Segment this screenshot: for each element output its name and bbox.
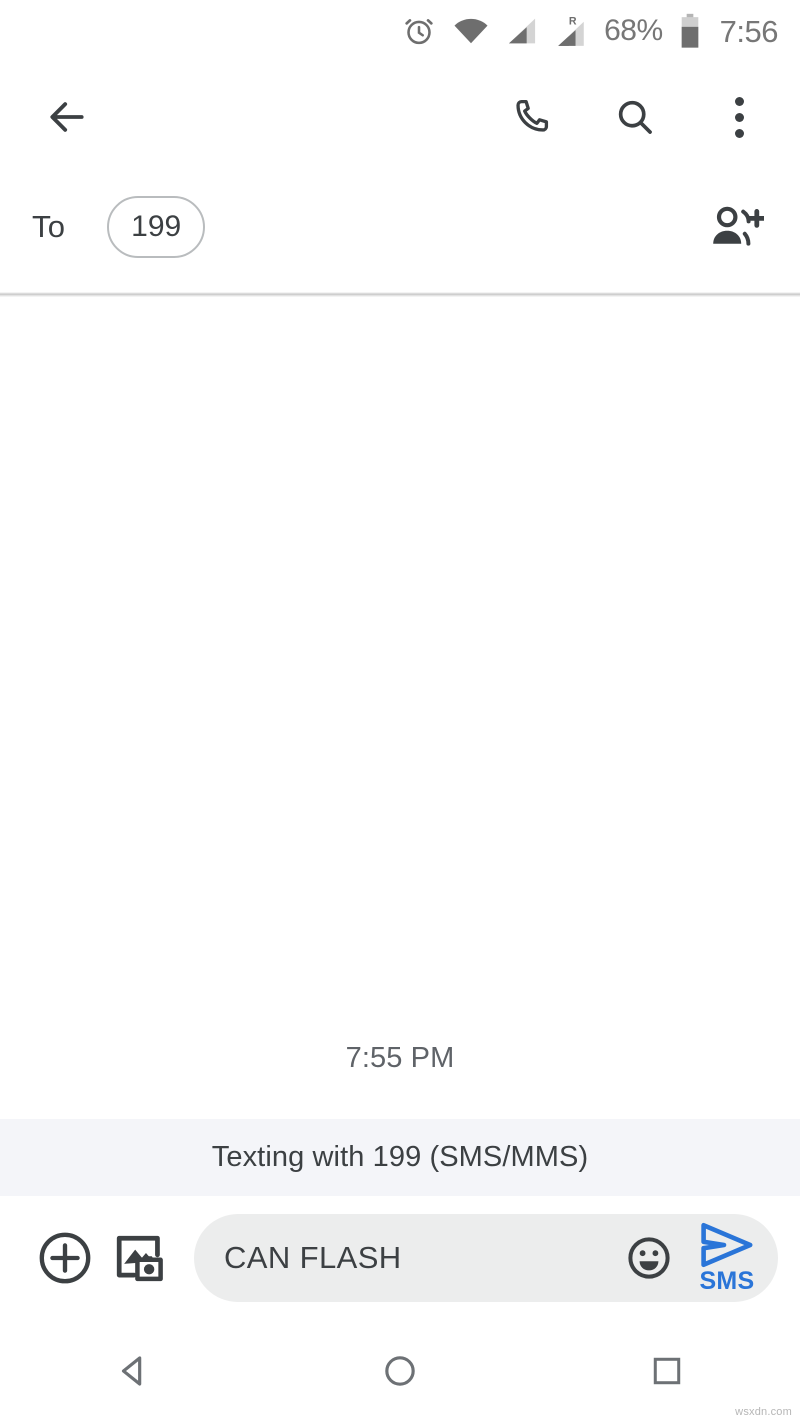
messaging-app-screen: R 68% 7:56 To 199 7:55 PM Texting with 1… <box>0 0 800 1422</box>
send-button[interactable]: SMS <box>686 1214 768 1302</box>
cellular-signal-icon <box>506 16 538 46</box>
plus-circle-icon <box>39 1232 91 1284</box>
send-button-label: SMS <box>699 1267 755 1295</box>
overflow-menu-button[interactable] <box>708 86 770 148</box>
call-button[interactable] <box>500 86 562 148</box>
battery-percentage: 68% <box>604 14 663 47</box>
search-button[interactable] <box>604 86 666 148</box>
message-input-field[interactable]: CAN FLASH SMS <box>194 1214 778 1302</box>
message-input-text[interactable]: CAN FLASH <box>224 1240 618 1276</box>
status-bar: R 68% 7:56 <box>0 0 800 62</box>
recipient-chip[interactable]: 199 <box>107 196 206 258</box>
svg-text:R: R <box>569 16 577 28</box>
watermark-text: wsxdn.com <box>735 1406 792 1418</box>
triangle-back-icon <box>122 1356 142 1386</box>
nav-home-button[interactable] <box>345 1336 455 1406</box>
battery-icon <box>680 13 700 49</box>
alarm-clock-icon <box>402 14 436 48</box>
image-camera-icon <box>116 1235 163 1282</box>
gallery-camera-button[interactable] <box>102 1221 176 1295</box>
search-icon <box>618 100 652 134</box>
phone-icon <box>516 99 549 132</box>
compose-bar: CAN FLASH SMS <box>0 1196 800 1320</box>
app-bar-actions <box>500 86 770 148</box>
sms-mms-banner: Texting with 199 (SMS/MMS) <box>0 1119 800 1196</box>
nav-back-button[interactable] <box>78 1336 188 1406</box>
send-paper-plane-icon <box>701 1222 753 1268</box>
circle-home-icon <box>385 1356 415 1386</box>
emoji-smiley-icon <box>628 1237 670 1279</box>
more-vertical-icon <box>734 96 744 138</box>
back-button[interactable] <box>36 86 98 148</box>
add-person-button[interactable] <box>706 199 766 255</box>
conversation-thread[interactable]: 7:55 PM <box>0 297 800 1119</box>
to-label: To <box>32 209 66 244</box>
back-arrow-icon <box>50 102 84 132</box>
nav-recents-button[interactable] <box>612 1336 722 1406</box>
recipient-row: To 199 <box>0 172 800 282</box>
message-timestamp: 7:55 PM <box>345 1042 455 1074</box>
app-header: To 199 <box>0 62 800 297</box>
status-bar-icons: R 68% 7:56 <box>402 13 779 49</box>
person-add-icon <box>713 206 764 246</box>
wifi-icon <box>453 16 489 46</box>
system-navigation-bar: wsxdn.com <box>0 1320 800 1422</box>
add-attachment-button[interactable] <box>28 1221 102 1295</box>
cellular-roaming-signal-icon: R <box>555 14 587 48</box>
square-recents-icon <box>653 1357 680 1385</box>
sms-mms-banner-text: Texting with 199 (SMS/MMS) <box>211 1141 589 1173</box>
status-bar-clock: 7:56 <box>719 13 779 49</box>
emoji-button[interactable] <box>618 1227 680 1289</box>
app-bar <box>0 62 800 172</box>
